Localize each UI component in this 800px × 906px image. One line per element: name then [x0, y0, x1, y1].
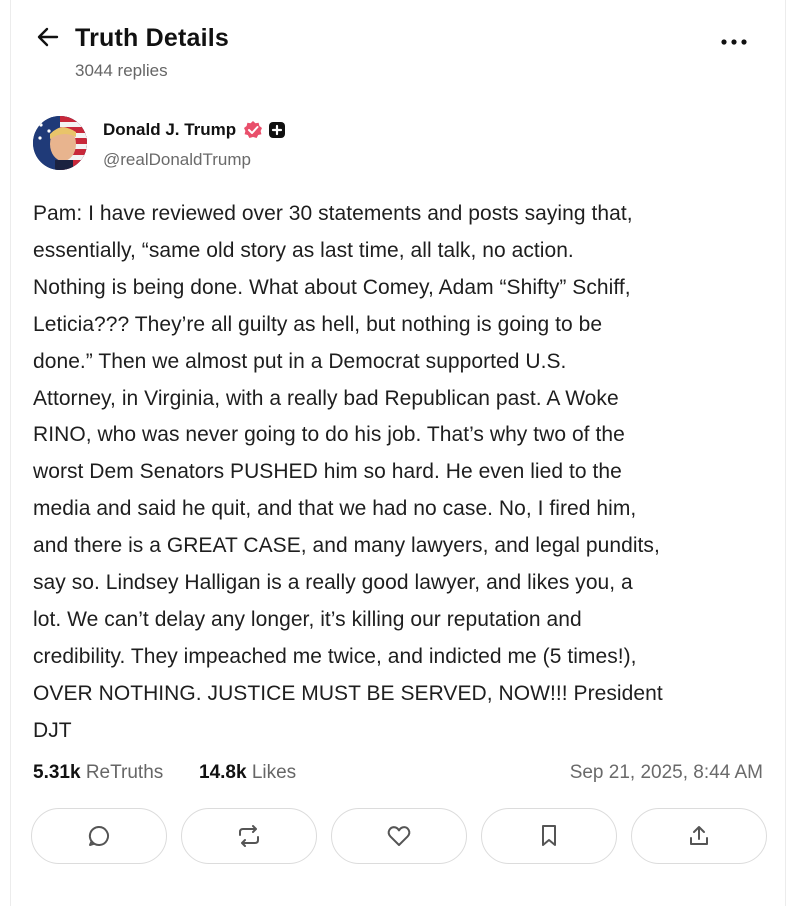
retruth-button[interactable]: [181, 808, 317, 864]
heart-icon: [386, 824, 412, 848]
author-name-row: Donald J. Trump: [103, 120, 286, 140]
header: Truth Details 3044 replies: [33, 20, 763, 82]
reply-count: 3044 replies: [75, 61, 168, 80]
bookmark-button[interactable]: [481, 808, 617, 864]
post-timestamp: Sep 21, 2025, 8:44 AM: [569, 762, 763, 783]
more-options-button[interactable]: [719, 30, 749, 52]
post-text: Pam: I have reviewed over 30 statements …: [33, 202, 663, 742]
retruth-icon: [236, 824, 262, 848]
author-name[interactable]: Donald J. Trump: [103, 120, 236, 140]
plus-badge-icon: [268, 121, 286, 139]
page-title: Truth Details: [75, 24, 230, 52]
author-block: Donald J. Trump @realDonaldTrump: [33, 116, 763, 176]
like-button[interactable]: [331, 808, 467, 864]
bookmark-icon: [539, 824, 559, 848]
back-button[interactable]: [35, 26, 61, 52]
action-bar: [31, 808, 767, 866]
share-button[interactable]: [631, 808, 767, 864]
likes-count: 14.8k: [199, 762, 247, 783]
retruths-count: 5.31k: [33, 762, 81, 783]
more-horizontal-icon: [721, 32, 747, 50]
likes-label: Likes: [251, 762, 297, 783]
retruths-label: ReTruths: [85, 762, 164, 783]
truth-details-page: Truth Details 3044 replies Donald J. Tru…: [10, 0, 786, 906]
reply-button[interactable]: [31, 808, 167, 864]
retruths-stat[interactable]: 5.31k ReTruths: [33, 762, 163, 784]
share-icon: [687, 824, 711, 848]
author-handle[interactable]: @realDonaldTrump: [103, 150, 251, 170]
verified-badge-icon: [243, 120, 263, 140]
arrow-left-icon: [37, 27, 59, 52]
avatar[interactable]: [33, 116, 87, 170]
post-stats: 5.31k ReTruths 14.8k Likes Sep 21, 2025,…: [33, 762, 763, 788]
likes-stat[interactable]: 14.8k Likes: [199, 762, 296, 784]
reply-icon: [87, 824, 111, 848]
